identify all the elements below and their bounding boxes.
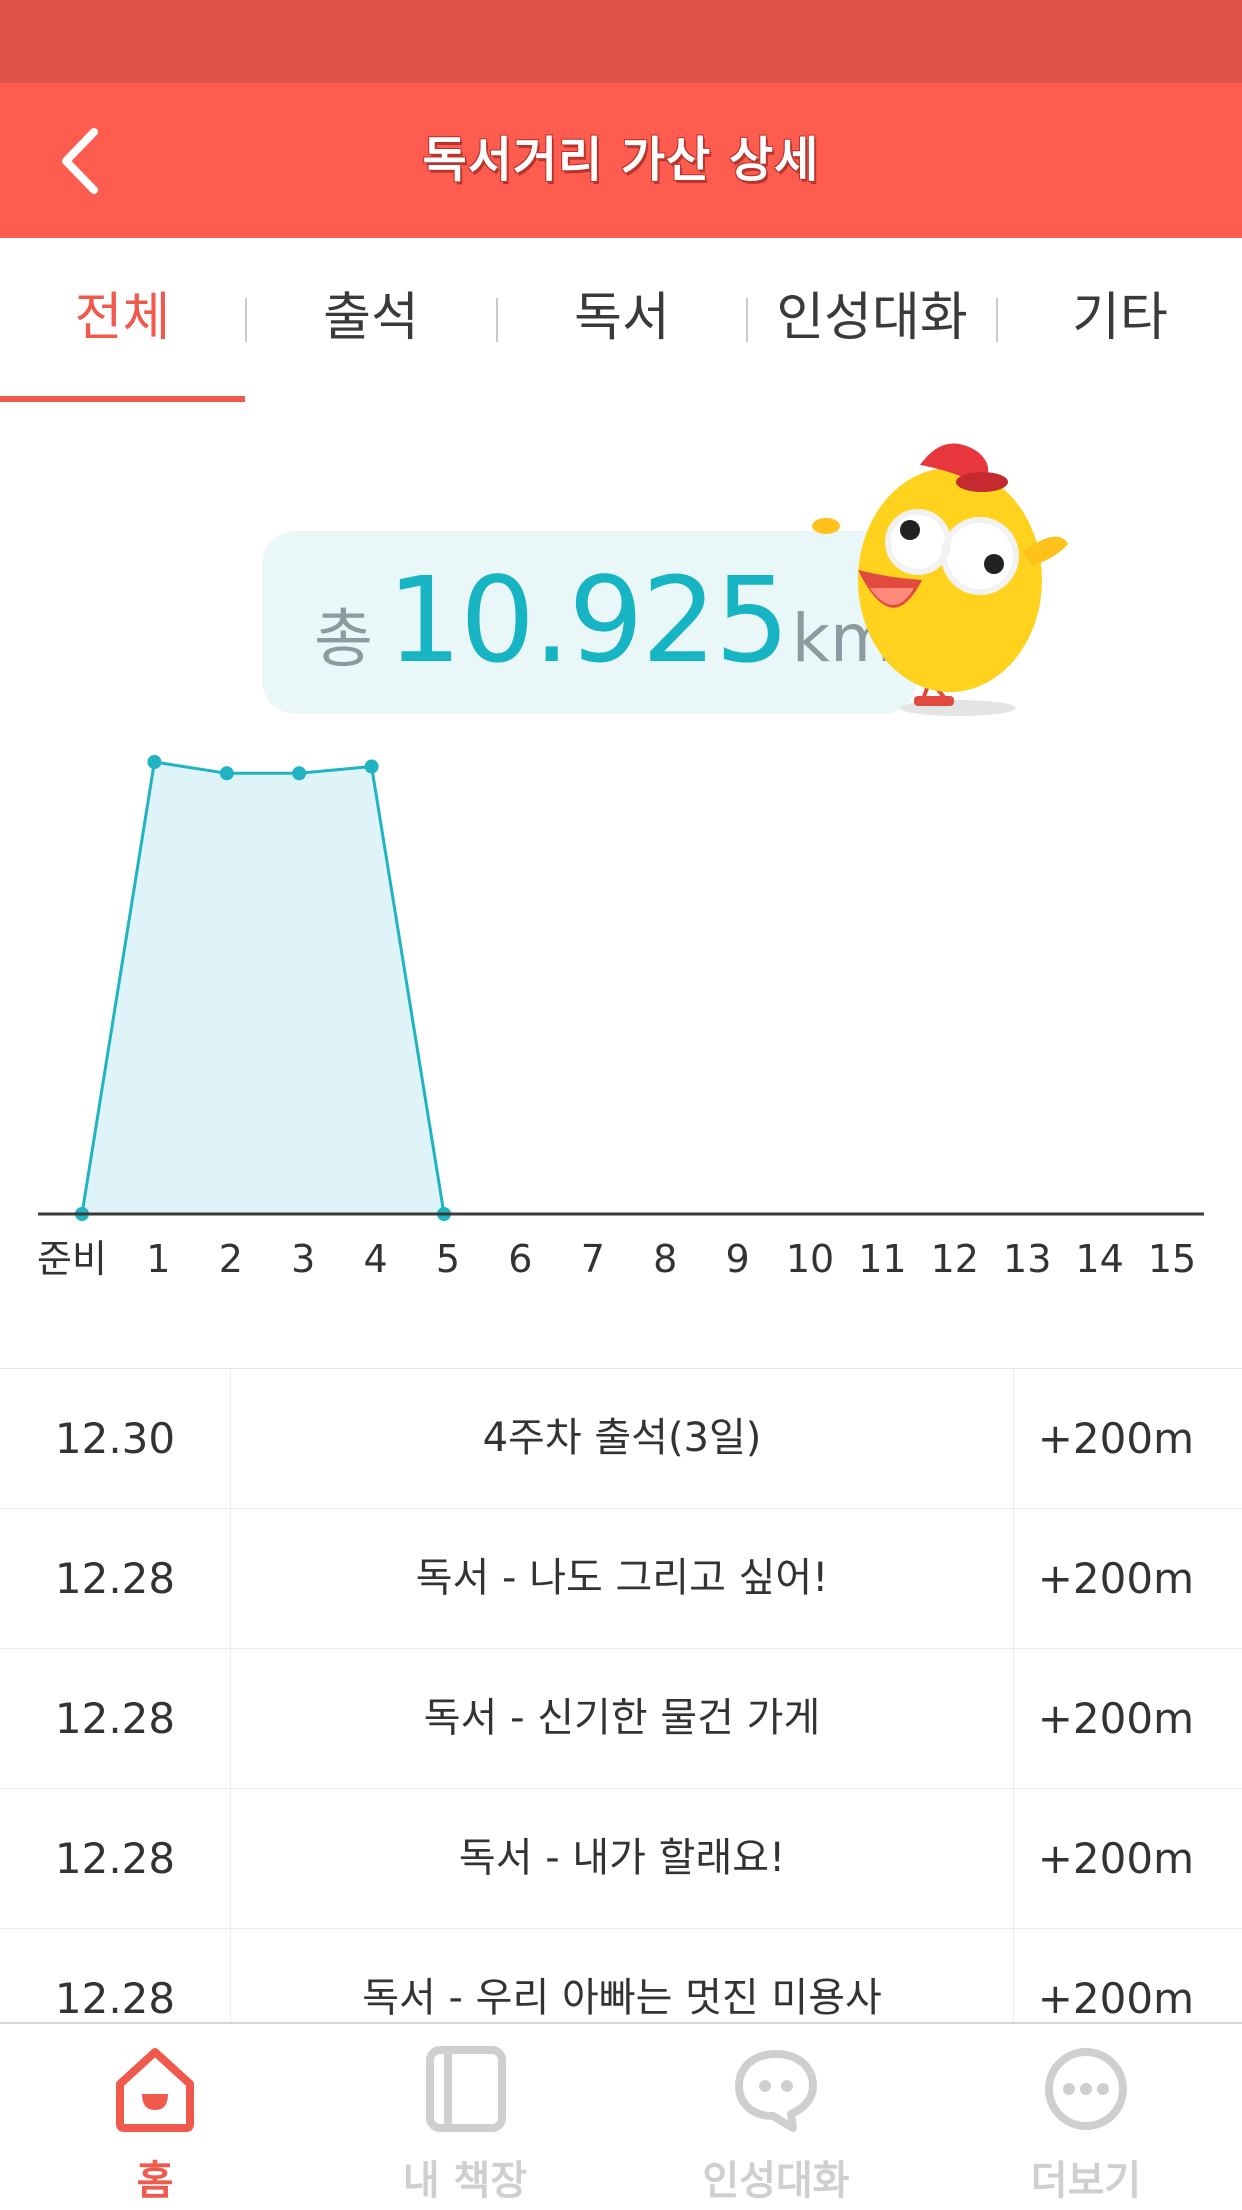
record-date: 12.28: [0, 1929, 231, 2023]
record-amount: +200m: [1037, 1694, 1194, 1743]
distance-chart: 준비 1 2 3 4 5 6 7 8 9 10 11 12 13 14 15: [37, 755, 1204, 1281]
tab-bar: 전체 출석 독서 인성대화 기타: [0, 238, 1242, 406]
chart-x-tick-label: 2: [219, 1237, 243, 1281]
chart-x-tick-label: 6: [508, 1237, 532, 1281]
chart-x-tick-label: 15: [1148, 1237, 1196, 1281]
chart-x-tick-label: 1: [146, 1237, 170, 1281]
chart-x-tick-label: 4: [364, 1237, 388, 1281]
chart-x-tick-label: 9: [726, 1237, 750, 1281]
nav-bookshelf-label: 내 책장: [402, 2158, 528, 2204]
record-description: 독서 - 나도 그리고 싶어!: [231, 1509, 1014, 1648]
table-row[interactable]: 12.28 독서 - 나도 그리고 싶어! +200m: [0, 1509, 1242, 1649]
app-header: 독서거리 가산 상세: [0, 83, 1242, 238]
chart-x-tick-label: 준비: [37, 1237, 107, 1281]
record-amount: +200m: [1037, 1834, 1194, 1883]
chart-x-tick-label: 13: [1003, 1237, 1051, 1281]
nav-character-talk[interactable]: 인성대화: [621, 2024, 931, 2210]
chart-x-tick-label: 7: [581, 1237, 605, 1281]
chart-x-tick-label: 10: [786, 1237, 834, 1281]
nav-bookshelf[interactable]: 내 책장: [310, 2024, 620, 2210]
total-distance-value: 10.925: [386, 551, 790, 689]
nav-character-talk-label: 인성대화: [702, 2158, 850, 2204]
tab-all[interactable]: 전체: [0, 278, 245, 358]
nav-home-label: 홈: [136, 2158, 174, 2204]
record-amount: +200m: [1037, 1554, 1194, 1603]
more-icon: [1045, 2048, 1127, 2130]
chart-x-tick-label: 3: [291, 1237, 315, 1281]
records-table: 12.30 4주차 출석(3일) +200m 12.28 독서 - 나도 그리고…: [0, 1368, 1242, 2023]
chat-icon: [735, 2050, 817, 2132]
nav-more[interactable]: 더보기: [931, 2024, 1241, 2210]
active-tab-indicator: [0, 396, 245, 402]
status-bar: [0, 0, 1242, 83]
record-date: 12.28: [0, 1649, 231, 1788]
nav-home[interactable]: 홈: [0, 2024, 310, 2210]
nav-more-label: 더보기: [1030, 2158, 1142, 2204]
chart-point: [219, 766, 234, 781]
tab-character-talk[interactable]: 인성대화: [748, 278, 996, 358]
table-row[interactable]: 12.28 독서 - 신기한 물건 가게 +200m: [0, 1649, 1242, 1789]
tab-reading[interactable]: 독서: [498, 278, 746, 358]
chart-point: [364, 759, 379, 774]
table-row[interactable]: 12.30 4주차 출석(3일) +200m: [0, 1369, 1242, 1509]
chart-x-tick-label: 12: [931, 1237, 979, 1281]
tab-etc[interactable]: 기타: [998, 278, 1242, 358]
chart-x-tick-label: 11: [858, 1237, 906, 1281]
chart-point: [292, 766, 307, 781]
chart-area-fill: [82, 762, 444, 1214]
chart-x-tick-label: 5: [436, 1237, 460, 1281]
record-amount: +200m: [1037, 1974, 1194, 2023]
table-row[interactable]: 12.28 독서 - 내가 할래요! +200m: [0, 1789, 1242, 1929]
record-amount: +200m: [1037, 1414, 1194, 1463]
record-date: 12.28: [0, 1509, 231, 1648]
bookshelf-icon: [426, 2046, 506, 2132]
record-description: 독서 - 우리 아빠는 멋진 미용사: [231, 1929, 1014, 2023]
total-label: 총: [314, 603, 373, 677]
record-date: 12.28: [0, 1789, 231, 1928]
record-description: 독서 - 신기한 물건 가게: [231, 1649, 1014, 1788]
record-date: 12.30: [0, 1369, 231, 1508]
mascot-character-illustration: [812, 443, 1068, 716]
record-description: 독서 - 내가 할래요!: [231, 1789, 1014, 1928]
chart-x-tick-label: 14: [1075, 1237, 1123, 1281]
tab-attendance[interactable]: 출석: [247, 278, 495, 358]
page-title: 독서거리 가산 상세: [422, 132, 820, 188]
chart-point: [147, 755, 162, 769]
bottom-navigation: 홈 내 책장 인성대화 더보기: [0, 2022, 1242, 2210]
record-description: 4주차 출석(3일): [231, 1369, 1014, 1508]
chart-x-tick-label: 8: [653, 1237, 677, 1281]
home-icon: [116, 2048, 194, 2132]
table-row[interactable]: 12.28 독서 - 우리 아빠는 멋진 미용사 +200m: [0, 1929, 1242, 2023]
